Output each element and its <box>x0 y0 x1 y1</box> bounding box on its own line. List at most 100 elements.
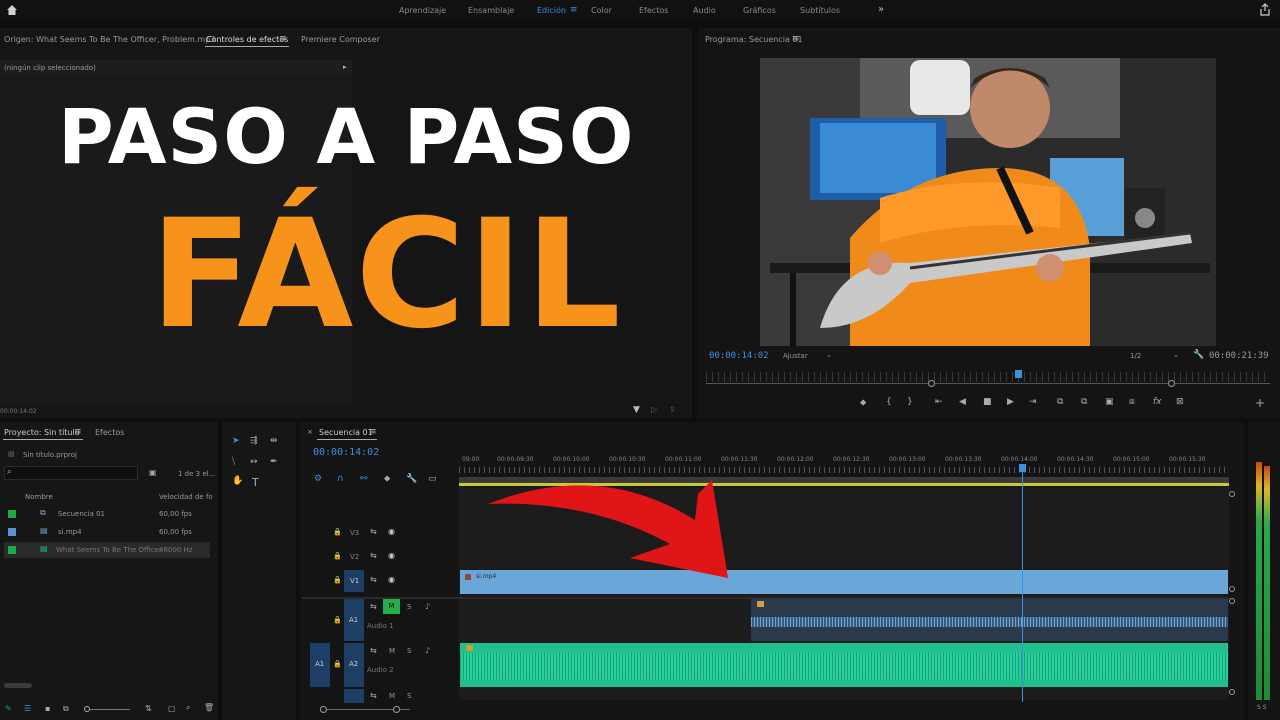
list-item[interactable]: ▤ si.mp4 60,00 fps <box>4 524 210 540</box>
vertical-scroll-handle[interactable] <box>1229 586 1235 592</box>
captions-icon[interactable]: ▭ <box>428 474 437 484</box>
proxy-icon[interactable]: ⊠ <box>1176 397 1184 407</box>
timeline-settings-icon[interactable]: 🔧 <box>406 474 417 484</box>
close-sequence-icon[interactable]: × <box>307 428 313 436</box>
compare-icon[interactable]: ⧈ <box>1129 397 1135 407</box>
fit-dropdown-chevron-icon[interactable]: ⌄ <box>826 351 832 359</box>
program-menu-icon[interactable]: ≡ <box>792 34 800 44</box>
go-to-in-icon[interactable]: ⇤ <box>935 397 943 407</box>
mark-in-icon[interactable]: { <box>886 397 892 407</box>
sync-lock-icon[interactable]: ⇆ <box>370 575 377 584</box>
sync-lock-icon[interactable]: ⇆ <box>370 527 377 536</box>
tab-effects[interactable]: Efectos <box>95 428 124 437</box>
project-search-input[interactable] <box>4 466 138 480</box>
audio-clip-a1[interactable] <box>751 599 1228 641</box>
razor-tool-icon[interactable]: ⧹ <box>232 457 235 467</box>
sort-icon[interactable]: ⇅ <box>145 704 152 713</box>
column-frame-rate[interactable]: Velocidad de fo <box>159 493 213 501</box>
voiceover-mic-icon[interactable]: ♪ <box>425 646 430 655</box>
slip-tool-icon[interactable]: ↔ <box>250 457 258 467</box>
workspace-efectos[interactable]: Efectos <box>639 6 668 15</box>
source-patch-label[interactable]: A1 <box>315 660 324 668</box>
more-workspaces-icon[interactable]: » <box>878 4 884 15</box>
zoom-handle-right[interactable] <box>1168 380 1175 387</box>
share-icon[interactable] <box>1259 3 1271 18</box>
list-view-icon[interactable]: ☰ <box>24 704 31 713</box>
hand-tool-icon[interactable]: ✋ <box>232 476 243 486</box>
tab-project[interactable]: Proyecto: Sin título <box>4 428 80 437</box>
workspace-edicion[interactable]: Edición <box>537 6 566 15</box>
new-item-icon[interactable]: ▢ <box>168 704 176 713</box>
play-audio-icon[interactable]: ▷ <box>651 405 657 414</box>
program-zoom-bar[interactable] <box>706 383 1270 384</box>
resolution-chevron-icon[interactable]: ⌄ <box>1173 351 1179 359</box>
type-tool-icon[interactable]: T <box>252 476 259 489</box>
track-label[interactable]: V1 <box>350 577 359 585</box>
zoom-handle-left[interactable] <box>928 380 935 387</box>
tab-premiere-composer[interactable]: Premiere Composer <box>301 35 380 44</box>
program-time-ruler[interactable] <box>706 372 1270 382</box>
step-forward-icon[interactable]: ▶ <box>1007 397 1014 407</box>
eye-icon[interactable]: ◉ <box>388 575 395 584</box>
lock-icon[interactable]: 🔒 <box>333 616 342 624</box>
workspace-aprendizaje[interactable]: Aprendizaje <box>399 6 446 15</box>
nest-icon[interactable]: ⚙ <box>314 474 322 484</box>
new-bin-icon[interactable]: ▣ <box>149 468 157 477</box>
vertical-scroll-handle[interactable] <box>1229 689 1235 695</box>
workspace-ensamblaje[interactable]: Ensamblaje <box>468 6 514 15</box>
solo-button[interactable]: S <box>407 603 411 611</box>
timeline-timecode[interactable]: 00:00:14:02 <box>313 447 379 458</box>
trash-icon[interactable]: 🗑 <box>204 703 214 712</box>
export-icon[interactable]: ⇪ <box>669 405 676 414</box>
add-marker-timeline-icon[interactable]: ⬥ <box>384 474 390 484</box>
freeform-view-icon[interactable]: ⧉ <box>63 704 69 714</box>
track-select-tool-icon[interactable]: ⇶ <box>250 436 258 446</box>
go-to-out-icon[interactable]: ⇥ <box>1029 397 1037 407</box>
linked-selection-icon[interactable]: ⚯ <box>360 474 368 484</box>
pencil-icon[interactable]: ✎ <box>5 704 12 713</box>
tab-menu-icon[interactable]: ≡ <box>279 34 287 44</box>
tab-source[interactable]: Origen: What Seems To Be The Officer, Pr… <box>4 35 215 44</box>
lock-icon[interactable]: 🔒 <box>333 552 342 560</box>
snap-icon[interactable]: ∩ <box>337 474 344 484</box>
tab-sequence[interactable]: Secuencia 01 <box>319 428 373 437</box>
workspace-menu-icon[interactable]: ≡ <box>570 5 578 15</box>
workspace-graficos[interactable]: Gráficos <box>743 6 776 15</box>
column-name[interactable]: Nombre <box>25 493 53 501</box>
lock-icon[interactable]: 🔒 <box>333 576 342 584</box>
wrench-icon[interactable]: 🔧 <box>1193 350 1204 360</box>
thumbnail-size-handle[interactable] <box>84 706 90 712</box>
meter-solo-labels[interactable]: S S <box>1257 704 1267 711</box>
track-label[interactable]: A1 <box>349 616 358 624</box>
sequence-menu-icon[interactable]: ≡ <box>369 427 377 437</box>
fit-dropdown[interactable]: Ajustar <box>783 352 808 360</box>
solo-button[interactable]: S <box>407 692 411 700</box>
vertical-scroll-handle[interactable] <box>1229 491 1235 497</box>
program-playhead-marker[interactable] <box>1015 370 1022 378</box>
mute-button[interactable]: M <box>389 692 395 700</box>
vertical-scroll-handle[interactable] <box>1229 598 1235 604</box>
icon-view-icon[interactable]: ▪ <box>45 704 50 713</box>
workspace-audio[interactable]: Audio <box>693 6 716 15</box>
project-scrollbar[interactable] <box>4 683 32 688</box>
tab-program[interactable]: Programa: Secuencia 01 <box>705 35 803 44</box>
solo-button[interactable]: S <box>407 647 411 655</box>
track-target-a3[interactable] <box>344 689 364 703</box>
sync-lock-icon[interactable]: ⇆ <box>370 551 377 560</box>
pen-tool-icon[interactable]: ✒ <box>270 457 278 467</box>
thumbnail-size-slider[interactable] <box>86 709 130 710</box>
resolution-dropdown[interactable]: 1/2 <box>1130 352 1141 360</box>
step-back-icon[interactable]: ◀ <box>959 397 966 407</box>
track-label[interactable]: V3 <box>350 529 359 537</box>
sync-lock-icon[interactable]: ⇆ <box>370 691 377 700</box>
list-item[interactable]: ⧉ Secuencia 01 60,00 fps <box>4 506 210 522</box>
fx-icon[interactable]: fx <box>1153 397 1162 407</box>
add-button-icon[interactable]: + <box>1255 396 1265 410</box>
mute-button[interactable]: M <box>389 647 395 655</box>
expand-arrow-icon[interactable]: ▸ <box>343 63 347 71</box>
eye-icon[interactable]: ◉ <box>388 527 395 536</box>
lift-icon[interactable]: ⧉ <box>1057 397 1063 407</box>
selection-tool-icon[interactable]: ➤ <box>232 436 240 446</box>
export-frame-icon[interactable]: ▣ <box>1105 397 1114 407</box>
timeline-scroll-handle-left[interactable] <box>320 706 327 713</box>
